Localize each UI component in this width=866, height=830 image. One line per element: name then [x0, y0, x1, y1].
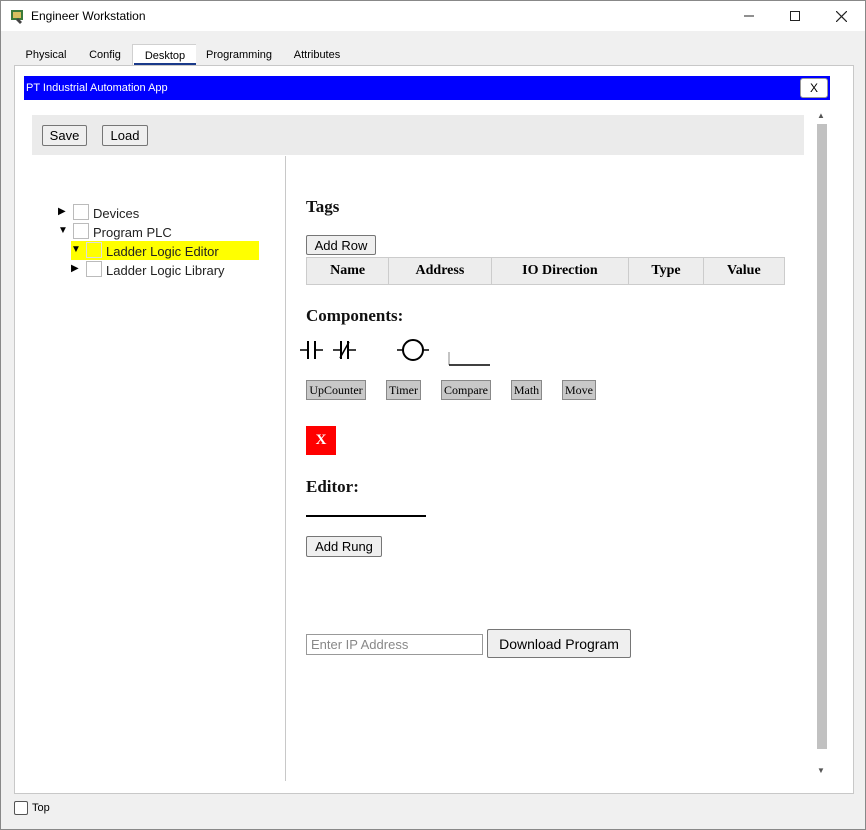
- tab-programming[interactable]: Programming: [196, 44, 282, 65]
- collapse-arrow-icon[interactable]: ▼: [71, 244, 81, 255]
- editor-heading: Editor:: [306, 477, 359, 496]
- maximize-button[interactable]: [772, 1, 818, 31]
- minimize-button[interactable]: [726, 1, 772, 31]
- app-close-button[interactable]: X: [800, 78, 828, 98]
- components-heading: Components:: [306, 306, 404, 325]
- compare-button[interactable]: Compare: [441, 380, 491, 400]
- column-header-name[interactable]: Name: [305, 257, 390, 285]
- app-body: Save Load ▶ Devices ▼ Program PLC ▼ Ladd…: [24, 100, 831, 781]
- tree-item-devices[interactable]: ▶ Devices: [58, 204, 258, 222]
- minimize-icon: [744, 15, 754, 17]
- column-header-type[interactable]: Type: [628, 257, 704, 285]
- tab-config[interactable]: Config: [78, 44, 132, 65]
- nc-contact-icon[interactable]: [333, 341, 356, 359]
- scroll-down-arrow-icon[interactable]: ▼: [817, 766, 825, 775]
- tree-label-ladder-logic-library: Ladder Logic Library: [106, 263, 225, 278]
- coil-icon[interactable]: [397, 339, 429, 361]
- move-button[interactable]: Move: [562, 380, 596, 400]
- ip-address-input[interactable]: [306, 634, 483, 655]
- tree-label-ladder-logic-editor: Ladder Logic Editor: [106, 244, 219, 259]
- close-window-button[interactable]: [818, 1, 864, 31]
- tree-checkbox[interactable]: [86, 242, 102, 258]
- load-button[interactable]: Load: [102, 125, 148, 146]
- column-header-io-direction[interactable]: IO Direction: [490, 257, 630, 285]
- tree-label-program-plc: Program PLC: [93, 225, 172, 240]
- pane-divider: [285, 156, 286, 781]
- ladder-components-palette: [300, 339, 490, 366]
- app-title-bar: PT Industrial Automation App X: [24, 76, 830, 100]
- window: Engineer Workstation Physical Config Des…: [0, 0, 866, 830]
- math-button[interactable]: Math: [511, 380, 542, 400]
- scrollbar-thumb[interactable]: [817, 124, 827, 749]
- top-checkbox[interactable]: [14, 801, 28, 815]
- table-header-row: Name Address IO Direction Type Value: [305, 257, 786, 285]
- tab-attributes[interactable]: Attributes: [282, 44, 352, 65]
- tree-label-devices: Devices: [93, 206, 140, 221]
- upcounter-button[interactable]: UpCounter: [306, 380, 366, 400]
- tree-checkbox[interactable]: [73, 204, 89, 220]
- tree-item-ladder-logic-library[interactable]: ▶ Ladder Logic Library: [71, 261, 271, 279]
- add-row-button[interactable]: Add Row: [306, 235, 376, 255]
- expand-arrow-icon[interactable]: ▶: [71, 263, 79, 274]
- maximize-icon: [790, 11, 800, 21]
- expand-arrow-icon[interactable]: ▶: [58, 206, 66, 217]
- tab-physical[interactable]: Physical: [14, 44, 78, 65]
- no-contact-icon[interactable]: [300, 341, 323, 359]
- collapse-arrow-icon[interactable]: ▼: [58, 225, 68, 236]
- add-rung-button[interactable]: Add Rung: [306, 536, 382, 557]
- close-icon: [835, 10, 847, 22]
- toolbar: Save Load: [32, 115, 804, 155]
- tree-item-program-plc[interactable]: ▼ Program PLC: [58, 223, 258, 241]
- download-program-button[interactable]: Download Program: [487, 629, 631, 658]
- timer-button[interactable]: Timer: [386, 380, 421, 400]
- wire-icon[interactable]: [448, 352, 490, 366]
- save-button[interactable]: Save: [42, 125, 87, 146]
- tags-table: Name Address IO Direction Type Value: [305, 257, 786, 285]
- column-header-value[interactable]: Value: [702, 257, 786, 285]
- tree-item-ladder-logic-editor[interactable]: ▼ Ladder Logic Editor: [71, 242, 259, 260]
- window-title: Engineer Workstation: [31, 9, 146, 23]
- top-checkbox-label: Top: [32, 802, 50, 814]
- tree-checkbox[interactable]: [86, 261, 102, 277]
- delete-component-button[interactable]: X: [306, 426, 336, 455]
- app-icon: [11, 10, 23, 24]
- app-title: PT Industrial Automation App: [26, 82, 168, 94]
- tree-checkbox[interactable]: [73, 223, 89, 239]
- scroll-up-arrow-icon[interactable]: ▲: [817, 111, 825, 120]
- tags-heading: Tags: [306, 197, 340, 216]
- column-header-address[interactable]: Address: [388, 257, 492, 285]
- editor-rung-line: [306, 515, 426, 517]
- title-bar: Engineer Workstation: [1, 1, 865, 31]
